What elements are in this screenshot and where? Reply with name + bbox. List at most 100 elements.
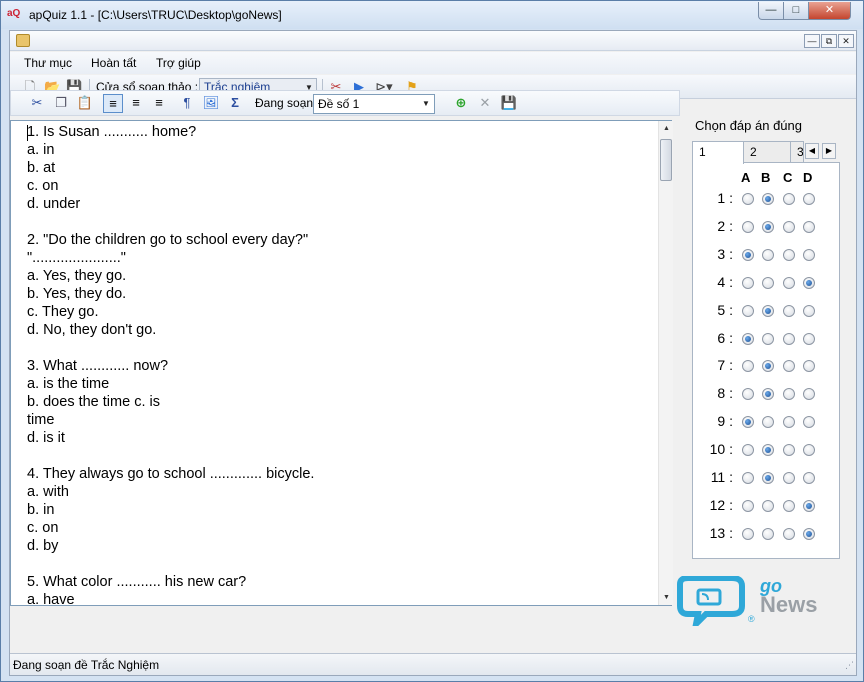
answer-radio-6-d[interactable] bbox=[803, 332, 815, 345]
resize-grip-icon[interactable]: ⋰ bbox=[845, 660, 854, 671]
scroll-up-icon[interactable]: ▲ bbox=[659, 121, 674, 136]
answer-radio-1-a[interactable] bbox=[742, 193, 754, 205]
tab-1[interactable]: 1 bbox=[692, 141, 744, 164]
tab-3[interactable]: 3 bbox=[790, 141, 804, 163]
answer-radio-12-b[interactable] bbox=[762, 499, 774, 512]
answer-radio-1-b[interactable] bbox=[762, 193, 774, 205]
mdi-minimize-button[interactable]: — bbox=[804, 34, 820, 48]
answer-radio-13-a[interactable] bbox=[742, 527, 754, 540]
exam-select[interactable]: Đề số 1 ▼ bbox=[313, 94, 435, 114]
answer-radio-5-a[interactable] bbox=[742, 304, 754, 317]
tab-scroll-left-icon[interactable]: ◀ bbox=[805, 143, 819, 159]
align-center-icon[interactable]: ≡ bbox=[126, 94, 146, 113]
answer-radio-5-c[interactable] bbox=[783, 304, 795, 317]
cut-icon[interactable]: ✂ bbox=[27, 94, 47, 113]
copy-icon[interactable]: ❐ bbox=[51, 94, 71, 113]
close-button[interactable]: ✕ bbox=[808, 2, 851, 20]
answer-radio-10-d[interactable] bbox=[803, 444, 815, 457]
answer-radio-13-d[interactable] bbox=[803, 527, 815, 540]
answer-radio-10-b[interactable] bbox=[762, 444, 774, 457]
answer-radio-8-c[interactable] bbox=[783, 388, 795, 401]
answer-radio-6-a[interactable] bbox=[742, 332, 754, 345]
answer-radio-12-d[interactable] bbox=[803, 499, 815, 512]
title-bar[interactable]: aQ apQuiz 1.1 - [C:\Users\TRUC\Desktop\g… bbox=[1, 1, 863, 29]
answer-radio-5-d[interactable] bbox=[803, 304, 815, 317]
tab-scroll-right-icon[interactable]: ▶ bbox=[822, 143, 836, 159]
answer-tabs: 1 2 3 ◀ ▶ bbox=[692, 141, 840, 164]
answer-row-label: 11 : bbox=[710, 469, 733, 485]
answer-radio-9-d[interactable] bbox=[803, 416, 815, 429]
answer-radio-5-b[interactable] bbox=[762, 304, 774, 317]
editor-scrollbar[interactable]: ▲ ▼ bbox=[658, 121, 673, 605]
answer-radio-11-d[interactable] bbox=[803, 472, 815, 484]
answer-row-label: 7 : bbox=[717, 357, 733, 374]
formula-icon[interactable]: Σ bbox=[225, 94, 245, 113]
mdi-close-button[interactable]: ✕ bbox=[838, 34, 854, 48]
answer-radio-2-b[interactable] bbox=[762, 220, 774, 233]
answer-radio-10-c[interactable] bbox=[783, 444, 795, 457]
answer-radio-7-a[interactable] bbox=[742, 360, 754, 373]
answer-radio-4-a[interactable] bbox=[742, 276, 754, 289]
answer-radio-12-a[interactable] bbox=[742, 499, 754, 512]
maximize-button[interactable]: □ bbox=[783, 2, 809, 20]
paste-icon[interactable]: 📋 bbox=[75, 94, 95, 113]
insert-symbol-icon[interactable]: ¶ bbox=[177, 94, 197, 113]
align-right-icon[interactable]: ≡ bbox=[149, 94, 169, 113]
answer-radio-6-b[interactable] bbox=[762, 332, 774, 345]
mdi-bar: — ⧉ ✕ bbox=[10, 31, 856, 51]
insert-image-icon[interactable]: 🖼 bbox=[201, 94, 221, 113]
answer-radio-9-a[interactable] bbox=[742, 416, 754, 429]
minimize-button[interactable]: — bbox=[758, 2, 784, 20]
tab-2[interactable]: 2 bbox=[743, 141, 791, 163]
answer-radio-3-a[interactable] bbox=[742, 248, 754, 261]
answer-radio-7-d[interactable] bbox=[803, 360, 815, 373]
answer-radio-2-c[interactable] bbox=[783, 220, 795, 233]
answer-radio-11-c[interactable] bbox=[783, 472, 795, 484]
answer-row-label: 5 : bbox=[717, 301, 733, 318]
answer-radio-7-b[interactable] bbox=[762, 360, 774, 373]
question-text: 1. Is Susan ........... home? a. in b. a… bbox=[27, 124, 315, 606]
align-left-icon[interactable]: ≡ bbox=[103, 94, 123, 113]
answer-radio-3-d[interactable] bbox=[803, 248, 815, 261]
answers-title: Chọn đáp án đúng bbox=[695, 118, 802, 133]
answer-radio-8-b[interactable] bbox=[762, 388, 774, 401]
answer-radio-11-a[interactable] bbox=[742, 472, 754, 484]
answer-radio-9-b[interactable] bbox=[762, 416, 774, 429]
app-icon: aQ bbox=[7, 8, 21, 19]
add-icon[interactable]: ⊕ bbox=[451, 94, 471, 113]
answer-radio-13-b[interactable] bbox=[762, 527, 774, 540]
document-icon[interactable] bbox=[16, 34, 30, 47]
answer-radio-4-b[interactable] bbox=[762, 276, 774, 289]
answer-radio-1-d[interactable] bbox=[803, 193, 815, 205]
editor-panel: ✂ ❐ 📋 ≡ ≡ ≡ ¶ 🖼 Σ Đang soạn : Đề số 1 ▼ … bbox=[10, 90, 680, 638]
answer-radio-2-a[interactable] bbox=[742, 220, 754, 233]
answer-radio-7-c[interactable] bbox=[783, 360, 795, 373]
answer-row-label: 8 : bbox=[717, 385, 733, 402]
answer-radio-9-c[interactable] bbox=[783, 416, 795, 429]
delete-icon[interactable]: ✕ bbox=[475, 94, 495, 113]
answer-radio-6-c[interactable] bbox=[783, 332, 795, 345]
answer-radio-12-c[interactable] bbox=[783, 499, 795, 512]
answer-radio-1-c[interactable] bbox=[783, 193, 795, 205]
answer-row-label: 2 : bbox=[717, 217, 733, 234]
answer-radio-4-d[interactable] bbox=[803, 276, 815, 289]
answer-radio-8-a[interactable] bbox=[742, 388, 754, 401]
answer-radio-8-d[interactable] bbox=[803, 388, 815, 401]
menu-help[interactable]: Trợ giúp bbox=[156, 56, 201, 70]
answer-radio-2-d[interactable] bbox=[803, 220, 815, 233]
mdi-restore-button[interactable]: ⧉ bbox=[821, 34, 837, 48]
scroll-thumb[interactable] bbox=[660, 139, 672, 181]
answer-radio-11-b[interactable] bbox=[762, 472, 774, 484]
menu-folder[interactable]: Thư mục bbox=[24, 56, 72, 70]
column-b-header: B bbox=[761, 170, 771, 185]
answer-radio-3-b[interactable] bbox=[762, 248, 774, 261]
answer-radio-13-c[interactable] bbox=[783, 527, 795, 540]
save-exam-icon[interactable]: 💾 bbox=[499, 94, 519, 113]
answer-radio-3-c[interactable] bbox=[783, 248, 795, 261]
menu-bar: Thư mục Hoàn tất Trợ giúp bbox=[10, 52, 856, 74]
answer-radio-4-c[interactable] bbox=[783, 276, 795, 289]
answer-radio-10-a[interactable] bbox=[742, 444, 754, 457]
menu-finish[interactable]: Hoàn tất bbox=[91, 56, 136, 70]
question-editor[interactable]: 1. Is Susan ........... home? a. in b. a… bbox=[10, 120, 672, 606]
window-title: apQuiz 1.1 - [C:\Users\TRUC\Desktop\goNe… bbox=[29, 8, 282, 22]
